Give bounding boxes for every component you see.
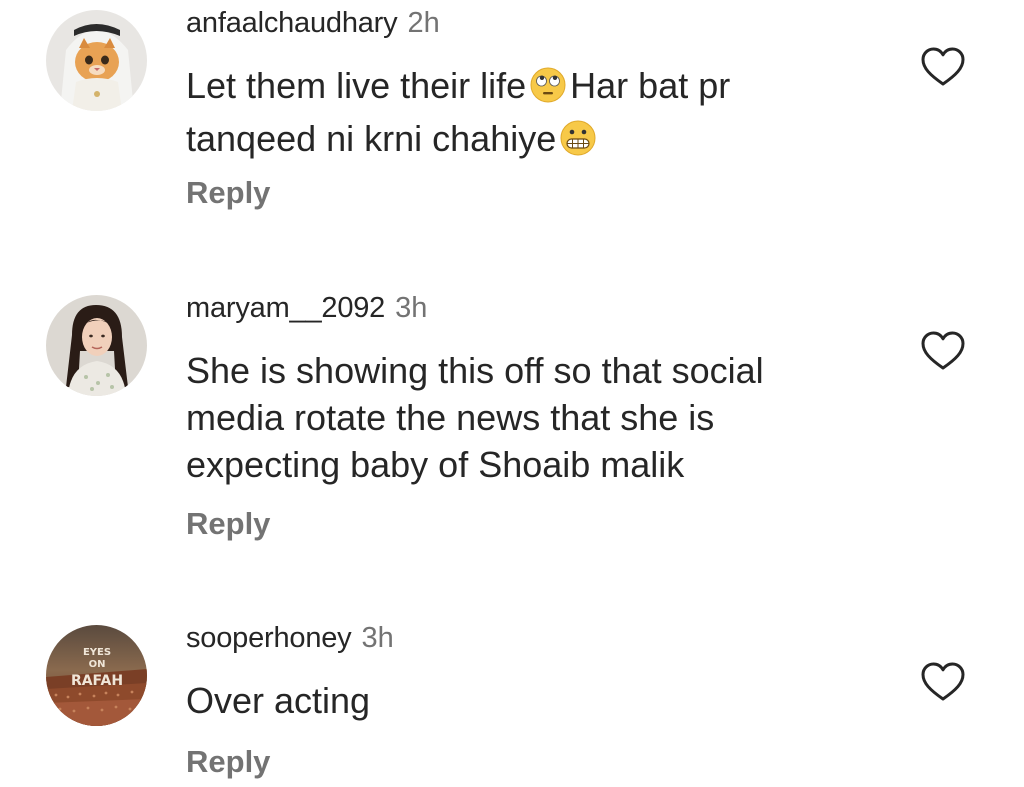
face-with-rolling-eyes-icon bbox=[529, 66, 567, 115]
avatar[interactable] bbox=[46, 10, 147, 111]
heart-outline-icon[interactable] bbox=[920, 330, 966, 372]
comment-header: maryam__2092 3h bbox=[186, 290, 427, 326]
comment-text: Over acting bbox=[186, 680, 371, 721]
comment-header: sooperhoney 3h bbox=[186, 620, 394, 656]
comment-header: anfaalchaudhary 2h bbox=[186, 5, 440, 41]
username[interactable]: maryam__2092 bbox=[186, 292, 385, 324]
avatar[interactable]: EYES ON RAFAH bbox=[46, 625, 147, 726]
reply-button[interactable]: Reply bbox=[186, 506, 270, 542]
comment-text-part: Har bat pr bbox=[570, 65, 731, 106]
comment-text-part: tanqeed ni krni chahiye bbox=[186, 118, 557, 159]
heart-outline-icon[interactable] bbox=[920, 661, 966, 703]
comment-text-part: Let them live their life bbox=[186, 65, 527, 106]
comment-text: She is showing this off so that social m… bbox=[186, 350, 764, 485]
svg-text:RAFAH: RAFAH bbox=[71, 673, 123, 689]
username[interactable]: sooperhoney bbox=[186, 622, 352, 654]
reply-button[interactable]: Reply bbox=[186, 744, 270, 780]
username[interactable]: anfaalchaudhary bbox=[186, 7, 398, 39]
comment-text: Let them live their life Har bat pr tanqe… bbox=[186, 62, 886, 168]
avatar[interactable] bbox=[46, 295, 147, 396]
timestamp: 2h bbox=[407, 7, 440, 39]
heart-outline-icon[interactable] bbox=[920, 46, 966, 88]
timestamp: 3h bbox=[361, 622, 394, 654]
reply-button[interactable]: Reply bbox=[186, 175, 270, 211]
svg-text:EYES: EYES bbox=[83, 647, 111, 658]
svg-text:ON: ON bbox=[89, 659, 106, 670]
timestamp: 3h bbox=[395, 292, 428, 324]
grimacing-face-icon bbox=[559, 119, 597, 168]
